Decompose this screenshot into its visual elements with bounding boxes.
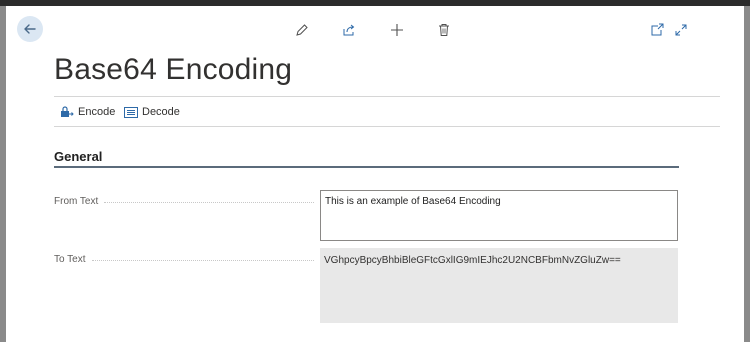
share-icon [343,24,355,36]
decode-card-icon [124,106,138,118]
from-text-label: From Text [54,196,99,207]
label-leader-dots [91,260,314,261]
section-title-general[interactable]: General [54,149,102,164]
back-arrow-icon [24,24,36,34]
edit-button[interactable] [294,22,310,38]
page-title: Base64 Encoding [54,53,293,86]
title-divider [54,96,720,97]
add-plus-icon [391,24,403,36]
from-text-input[interactable]: This is an example of Base64 Encoding [320,190,678,241]
encode-action-label: Encode [78,106,116,118]
expand-icon [675,24,687,36]
expand-button[interactable] [673,22,689,38]
to-text-label-row: To Text [54,254,314,265]
actions-divider [54,126,720,127]
new-button[interactable] [389,22,405,38]
delete-trash-icon [439,24,449,36]
lock-encode-icon [61,106,74,117]
encode-action[interactable]: Encode [60,106,115,118]
to-text-label: To Text [54,254,86,265]
decode-action-label: Decode [142,106,180,118]
backdrop-right [744,6,750,342]
delete-button[interactable] [436,22,452,38]
share-button[interactable] [341,22,357,38]
label-leader-dots [104,202,314,203]
to-text-output[interactable]: VGhpcyBpcyBhbiBleGFtcGxlIG9mIEJhc2U2NCBF… [320,248,678,323]
from-text-label-row: From Text [54,196,314,207]
open-in-new-window-button[interactable] [649,22,665,38]
back-button[interactable] [17,16,43,42]
open-new-window-icon [651,23,664,36]
decode-action[interactable]: Decode [124,106,180,118]
edit-pencil-icon [296,24,308,36]
page-card: Base64 Encoding Encode Decode General Fr… [6,6,744,342]
section-underline [54,166,679,168]
